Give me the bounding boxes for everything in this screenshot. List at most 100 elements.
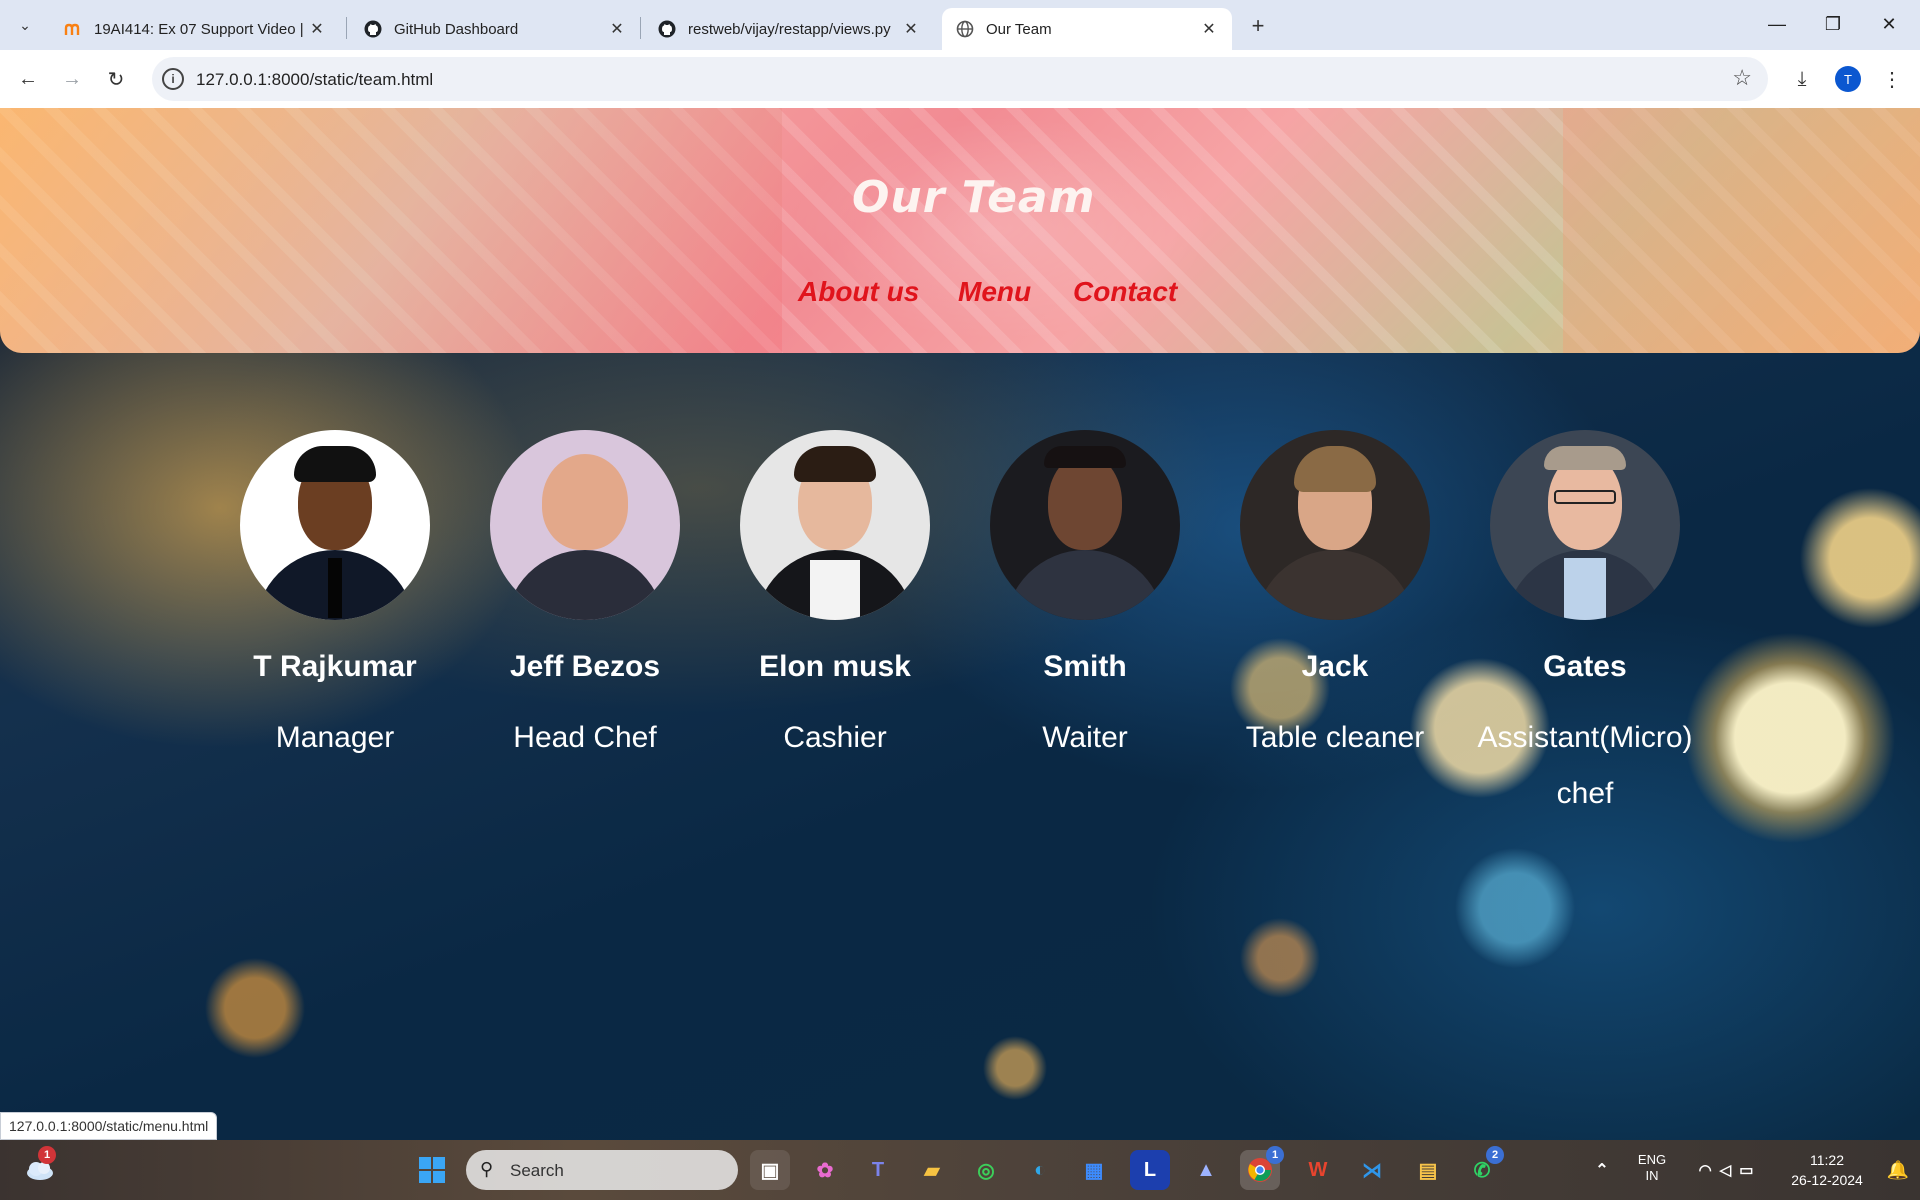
store-icon[interactable]: ▦	[1074, 1150, 1114, 1190]
minimize-button[interactable]: —	[1754, 8, 1800, 40]
file-explorer-icon[interactable]: ▰	[912, 1150, 952, 1190]
nav-about-us-link[interactable]: About us	[798, 276, 919, 308]
team-member-card: Gates Assistant(Micro) chef	[1460, 430, 1710, 822]
team-member-card: Elon musk Cashier	[710, 430, 960, 766]
volume-icon: ◁	[1719, 1162, 1740, 1179]
team-member-card: Jack Table cleaner	[1210, 430, 1460, 766]
vscode-icon[interactable]: ⋊	[1352, 1150, 1392, 1190]
team-member-card: Smith Waiter	[960, 430, 1210, 766]
task-view-icon[interactable]: ▣	[750, 1150, 790, 1190]
language-indicator[interactable]: ENG IN	[1634, 1152, 1670, 1184]
back-button[interactable]: ←	[12, 63, 44, 95]
teams-icon[interactable]: T	[858, 1150, 898, 1190]
page-viewport: Our Team About us Menu Contact T Rajkuma…	[0, 108, 1920, 1140]
page-title: Our Team	[852, 172, 1096, 223]
tab-github-dashboard[interactable]: GitHub Dashboard ✕	[350, 8, 640, 50]
download-icon[interactable]: ⤓	[1786, 63, 1818, 95]
site-header: Our Team About us Menu Contact	[0, 108, 1920, 353]
region-code: IN	[1645, 1168, 1659, 1183]
github-icon	[364, 20, 382, 38]
member-role: Table cleaner	[1245, 721, 1425, 754]
team-member-card: T Rajkumar Manager	[210, 430, 460, 766]
tab-title: GitHub Dashboard	[394, 20, 519, 38]
taskbar-search-box[interactable]: ⚲ Search	[466, 1150, 738, 1190]
member-photo	[490, 430, 680, 620]
member-name: Elon musk	[759, 650, 911, 683]
member-role: Head Chef	[513, 721, 657, 754]
nav-menu-link[interactable]: Menu	[958, 276, 1031, 308]
battery-icon: ▭	[1739, 1162, 1762, 1179]
member-name: T Rajkumar	[253, 650, 417, 683]
site-info-icon[interactable]: i	[162, 68, 184, 90]
copilot-icon[interactable]: ✿	[805, 1150, 845, 1190]
member-role: Waiter	[1042, 721, 1128, 754]
forward-button[interactable]: →	[56, 63, 88, 95]
tab-title: 19AI414: Ex 07 Support Video |	[94, 20, 304, 38]
clock[interactable]: 11:22 26-12-2024	[1784, 1150, 1870, 1190]
notification-badge: 1	[1266, 1146, 1284, 1164]
close-icon[interactable]: ✕	[608, 19, 626, 39]
globe-icon	[956, 20, 974, 38]
vpn-app-icon[interactable]: ▲	[1186, 1150, 1226, 1190]
reload-button[interactable]: ↻	[100, 63, 132, 95]
more-menu-icon[interactable]: ⋮	[1876, 63, 1908, 95]
tab-title: Our Team	[986, 20, 1052, 38]
restore-button[interactable]: ❐	[1810, 8, 1856, 40]
clock-time: 11:22	[1810, 1152, 1844, 1168]
member-photo	[1490, 430, 1680, 620]
close-window-button[interactable]: ✕	[1866, 8, 1912, 40]
moodle-icon	[64, 20, 82, 38]
lens-app-icon[interactable]: L	[1130, 1150, 1170, 1190]
browser-toolbar: ← → ↻ i 127.0.0.1:8000/static/team.html …	[0, 50, 1920, 108]
member-role: Assistant(Micro) chef	[1477, 721, 1693, 810]
nav-contact-link[interactable]: Contact	[1073, 276, 1177, 308]
windows-start-icon[interactable]	[412, 1150, 452, 1190]
tab-title: restweb/vijay/restapp/views.py	[688, 20, 891, 38]
notification-badge: 2	[1486, 1146, 1504, 1164]
github-icon	[658, 20, 676, 38]
member-photo	[990, 430, 1180, 620]
close-icon[interactable]: ✕	[308, 19, 326, 39]
member-name: Jack	[1301, 650, 1369, 683]
tab-search-button[interactable]: ⌄	[10, 10, 40, 40]
address-bar[interactable]: i 127.0.0.1:8000/static/team.html ☆	[152, 57, 1768, 101]
clock-date: 26-12-2024	[1791, 1172, 1863, 1188]
member-name: Jeff Bezos	[509, 650, 661, 683]
member-photo	[240, 430, 430, 620]
member-role: Cashier	[783, 721, 887, 754]
system-tray-icons[interactable]: ◠ ◁ ▭	[1680, 1150, 1780, 1190]
tab-moodle[interactable]: 19AI414: Ex 07 Support Video | ✕	[50, 8, 340, 50]
wifi-icon: ◠	[1698, 1162, 1720, 1179]
wps-office-icon[interactable]: W	[1298, 1150, 1338, 1190]
team-member-card: Jeff Bezos Head Chef	[460, 430, 710, 766]
notifications-bell-icon[interactable]: 🔔	[1878, 1150, 1918, 1190]
new-tab-button[interactable]: +	[1244, 12, 1272, 40]
url-text[interactable]: 127.0.0.1:8000/static/team.html	[196, 70, 433, 90]
status-bar-url: 127.0.0.1:8000/static/menu.html	[0, 1112, 218, 1140]
header-background-left	[0, 108, 782, 353]
edge-icon[interactable]: ◐	[1020, 1150, 1060, 1190]
member-name: Gates	[1543, 650, 1627, 683]
bookmark-star-icon[interactable]: ☆	[1732, 65, 1752, 91]
chevron-up-icon[interactable]: ⌃	[1582, 1150, 1622, 1190]
member-photo	[740, 430, 930, 620]
tab-our-team[interactable]: Our Team ✕	[942, 8, 1232, 50]
tab-divider	[640, 17, 641, 39]
close-icon[interactable]: ✕	[1200, 19, 1218, 39]
member-role: Manager	[275, 721, 395, 754]
green-app-icon[interactable]: ◎	[966, 1150, 1006, 1190]
notification-badge: 1	[38, 1146, 56, 1164]
tab-strip: ⌄ 19AI414: Ex 07 Support Video | ✕ GitHu…	[0, 0, 1920, 50]
language-code: ENG	[1637, 1152, 1667, 1167]
tab-github-views[interactable]: restweb/vijay/restapp/views.py ✕	[644, 8, 934, 50]
member-name: Smith	[1043, 650, 1127, 683]
search-placeholder: Search	[510, 1161, 564, 1180]
header-background-right	[1563, 108, 1920, 353]
windows-taskbar: 1 ⚲ Search ▣ ✿ T ▰ ◎ ◐ ▦ L ▲ 1 W ⋊ ▤ ✆ 2…	[0, 1140, 1920, 1200]
profile-avatar[interactable]: T	[1835, 66, 1861, 92]
search-icon: ⚲	[480, 1159, 494, 1179]
close-icon[interactable]: ✕	[902, 19, 920, 39]
member-photo	[1240, 430, 1430, 620]
tab-divider	[346, 17, 347, 39]
folder-icon[interactable]: ▤	[1408, 1150, 1448, 1190]
